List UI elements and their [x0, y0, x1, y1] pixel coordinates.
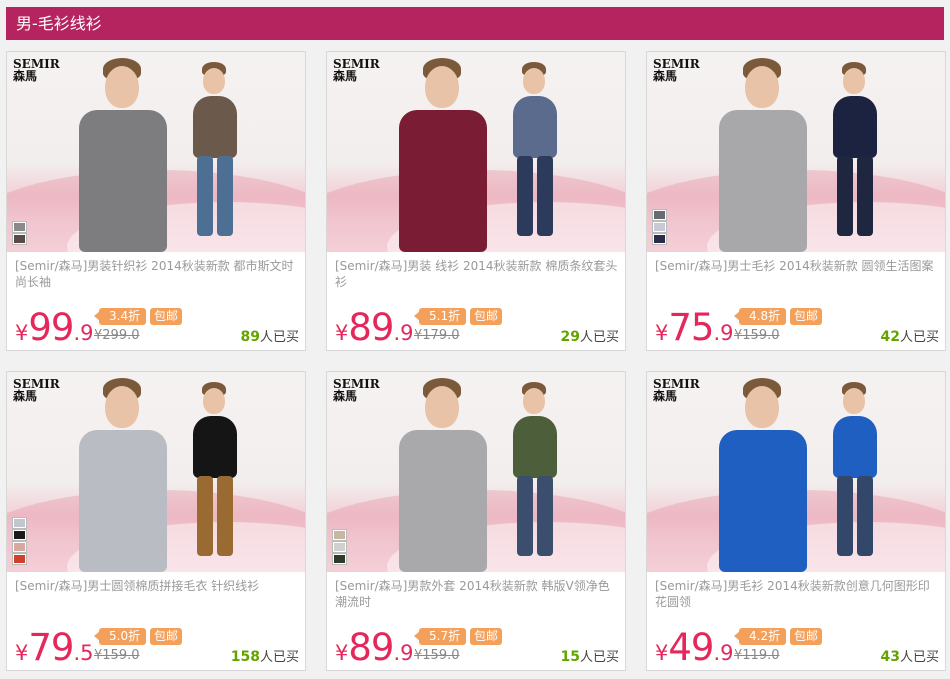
product-title[interactable]: [Semir/森马]男士圆领棉质拼接毛衣 针织线衫 — [15, 578, 299, 612]
color-swatch[interactable] — [652, 209, 667, 221]
product-image[interactable]: SEMIR 森馬 — [647, 372, 945, 572]
original-price: ¥299.0 — [94, 328, 140, 343]
product-image[interactable]: SEMIR 森馬 — [7, 372, 305, 572]
product-price: ¥75.9 — [655, 306, 734, 349]
color-swatch[interactable] — [332, 541, 347, 553]
product-card[interactable]: SEMIR 森馬 [Semir/森马]男士圆领棉质拼接毛衣 针织线衫 ¥79.5… — [6, 371, 306, 671]
product-card[interactable]: SEMIR 森馬 [Semir/森马]男毛衫 2014秋装新款创意几何图形印花圆… — [646, 371, 946, 671]
sold-count: 15人已买 — [560, 649, 620, 665]
color-swatch[interactable] — [12, 541, 27, 553]
product-image[interactable]: SEMIR 森馬 — [647, 52, 945, 252]
model-figure-side — [825, 60, 885, 252]
color-swatch[interactable] — [12, 233, 27, 245]
original-price: ¥119.0 — [734, 648, 780, 663]
model-figure-main — [69, 52, 179, 252]
product-image[interactable]: SEMIR 森馬 — [327, 52, 625, 252]
color-swatch[interactable] — [332, 553, 347, 565]
sold-count: 158人已买 — [230, 649, 299, 665]
section-header: 男-毛衫线衫 — [6, 7, 944, 40]
free-shipping-badge: 包邮 — [790, 628, 823, 645]
free-shipping-badge: 包邮 — [470, 628, 503, 645]
model-figure-side — [185, 60, 245, 252]
color-swatches — [332, 528, 347, 565]
brand-logo: SEMIR 森馬 — [653, 57, 700, 83]
model-figure-main — [709, 52, 819, 252]
sold-count: 29人已买 — [560, 329, 620, 345]
brand-logo: SEMIR 森馬 — [653, 377, 700, 403]
brand-logo: SEMIR 森馬 — [333, 377, 380, 403]
discount-badge: 4.2折 — [733, 628, 787, 645]
free-shipping-badge: 包邮 — [790, 308, 823, 325]
product-price: ¥89.9 — [335, 626, 414, 669]
model-figure-side — [825, 380, 885, 572]
product-title[interactable]: [Semir/森马]男毛衫 2014秋装新款创意几何图形印花圆领 — [655, 578, 939, 612]
product-price: ¥89.9 — [335, 306, 414, 349]
product-card[interactable]: SEMIR 森馬 [Semir/森马]男士毛衫 2014秋装新款 圆领生活图案 … — [646, 51, 946, 351]
model-figure-side — [185, 380, 245, 572]
product-title[interactable]: [Semir/森马]男装 线衫 2014秋装新款 棉质条纹套头衫 — [335, 258, 619, 292]
free-shipping-badge: 包邮 — [150, 628, 183, 645]
discount-badge: 4.8折 — [733, 308, 787, 325]
color-swatch[interactable] — [12, 553, 27, 565]
model-figure-main — [389, 52, 499, 252]
product-title[interactable]: [Semir/森马]男装针织衫 2014秋装新款 都市斯文时尚长袖 — [15, 258, 299, 292]
discount-badge: 5.7折 — [413, 628, 467, 645]
product-card[interactable]: SEMIR 森馬 [Semir/森马]男装针织衫 2014秋装新款 都市斯文时尚… — [6, 51, 306, 351]
brand-logo: SEMIR 森馬 — [13, 57, 60, 83]
model-figure-side — [505, 60, 565, 252]
product-title[interactable]: [Semir/森马]男款外套 2014秋装新款 韩版V领净色潮流时 — [335, 578, 619, 612]
original-price: ¥179.0 — [414, 328, 460, 343]
color-swatch[interactable] — [332, 529, 347, 541]
sold-count: 89人已买 — [240, 329, 300, 345]
color-swatch[interactable] — [12, 517, 27, 529]
original-price: ¥159.0 — [94, 648, 140, 663]
model-figure-main — [69, 372, 179, 572]
product-image[interactable]: SEMIR 森馬 — [327, 372, 625, 572]
brand-logo: SEMIR 森馬 — [13, 377, 60, 403]
free-shipping-badge: 包邮 — [470, 308, 503, 325]
color-swatch[interactable] — [12, 529, 27, 541]
color-swatches — [652, 208, 667, 245]
original-price: ¥159.0 — [414, 648, 460, 663]
model-figure-main — [709, 372, 819, 572]
model-figure-side — [505, 380, 565, 572]
product-image[interactable]: SEMIR 森馬 — [7, 52, 305, 252]
discount-badge: 5.0折 — [93, 628, 147, 645]
product-price: ¥79.5 — [15, 626, 94, 669]
color-swatches — [12, 516, 27, 565]
color-swatch[interactable] — [12, 221, 27, 233]
discount-badge: 5.1折 — [413, 308, 467, 325]
product-card[interactable]: SEMIR 森馬 [Semir/森马]男装 线衫 2014秋装新款 棉质条纹套头… — [326, 51, 626, 351]
color-swatch[interactable] — [652, 221, 667, 233]
sold-count: 42人已买 — [880, 329, 940, 345]
sold-count: 43人已买 — [880, 649, 940, 665]
discount-badge: 3.4折 — [93, 308, 147, 325]
free-shipping-badge: 包邮 — [150, 308, 183, 325]
product-price: ¥99.9 — [15, 306, 94, 349]
product-price: ¥49.9 — [655, 626, 734, 669]
model-figure-main — [389, 372, 499, 572]
product-card[interactable]: SEMIR 森馬 [Semir/森马]男款外套 2014秋装新款 韩版V领净色潮… — [326, 371, 626, 671]
product-title[interactable]: [Semir/森马]男士毛衫 2014秋装新款 圆领生活图案 — [655, 258, 939, 292]
color-swatches — [12, 220, 27, 245]
brand-logo: SEMIR 森馬 — [333, 57, 380, 83]
original-price: ¥159.0 — [734, 328, 780, 343]
color-swatch[interactable] — [652, 233, 667, 245]
